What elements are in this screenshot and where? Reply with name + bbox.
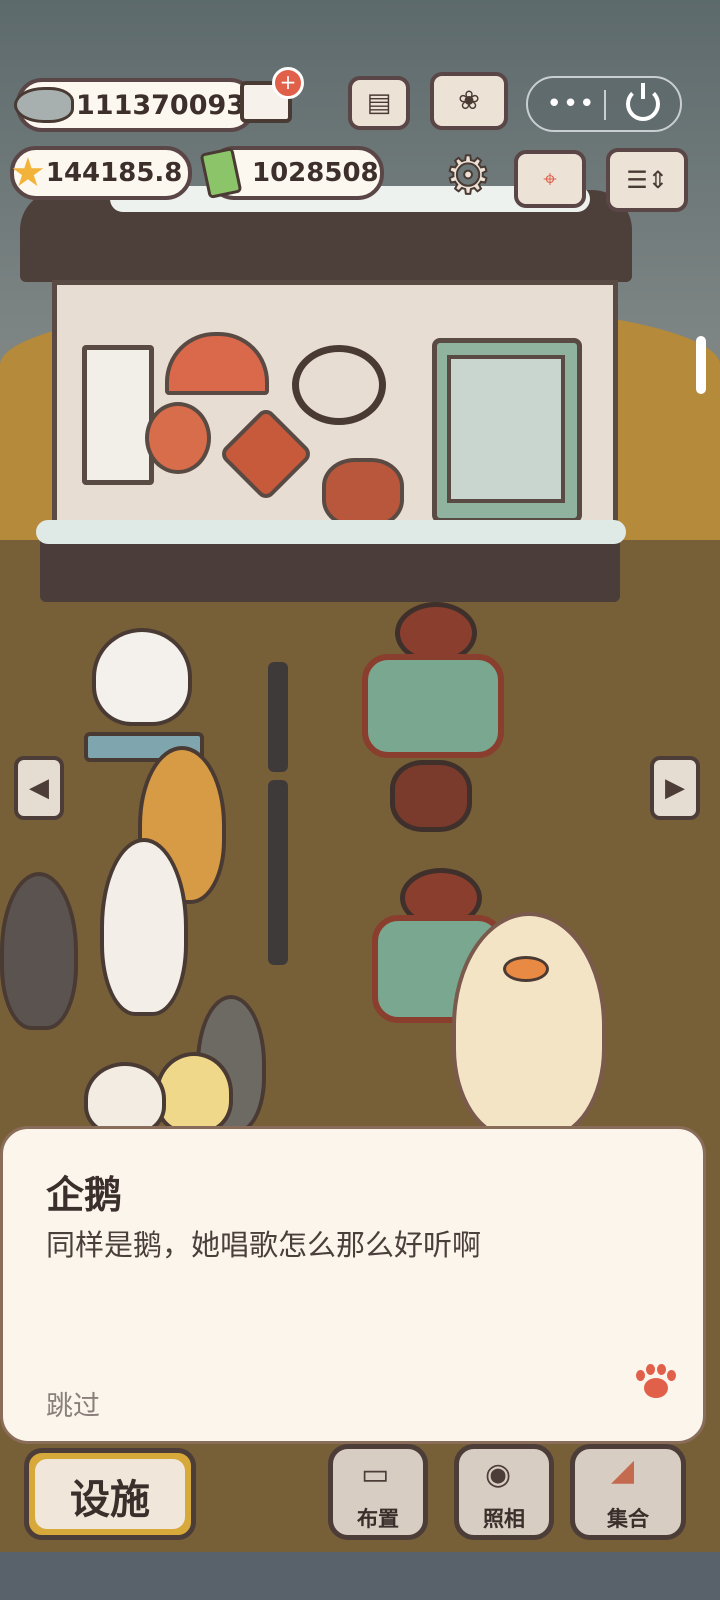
album-button[interactable]: ❀ [430,72,508,130]
yellow-critter[interactable] [155,1052,233,1134]
newspaper-icon: ▤ [366,88,392,118]
scroll-right-button[interactable]: ▶ [650,756,700,820]
knot-decoration [145,402,211,474]
ring-decoration [292,345,386,425]
arrange-button[interactable]: ▭ 布置 [328,1444,428,1540]
goose[interactable] [100,838,188,1016]
white-dog-singer[interactable] [92,628,192,726]
cat[interactable] [84,1062,166,1136]
more-dots-icon[interactable]: ••• [540,86,602,122]
penguin-speaker[interactable] [452,912,606,1140]
arrow-left-icon: ◀ [29,773,49,803]
portrait-picture [447,355,565,503]
map-icon: ⌖ [543,165,557,193]
newspaper-button[interactable]: ▤ [348,76,410,130]
rope-post [268,662,288,772]
edge-handle[interactable] [696,336,706,394]
gather-label: 集合 [607,1507,649,1531]
fish-currency-pill: 111370093 [14,78,256,132]
facilities-button[interactable]: 设施 [24,1448,196,1540]
fish-icon [14,87,74,123]
tea-table[interactable] [362,654,504,758]
arrange-label: 布置 [357,1507,399,1531]
star-currency-value: 144185.8 [45,158,183,188]
base-snow [36,520,626,544]
rope-post [268,780,288,965]
star-icon: ★ [10,150,46,196]
skip-button[interactable]: 跳过 [46,1384,100,1423]
photo-button[interactable]: ◉ 照相 [454,1444,554,1540]
ticket-currency-pill: 1028508 [199,146,384,200]
penguin-beak [503,956,549,982]
mini-program-capsule: ••• [526,76,682,132]
ticket-currency-value: 1028508 [252,158,379,188]
photo-label: 照相 [483,1507,525,1531]
dialog-speaker-name: 企鹅 [46,1173,123,1217]
map-button[interactable]: ⌖ [514,150,586,208]
rabbit-decoration [322,458,404,528]
roller-icon: ▭ [361,1457,390,1492]
star-currency-pill: ★ 144185.8 [10,146,192,200]
cart-plus-icon: + [240,67,304,123]
stool[interactable] [390,760,472,832]
paw-book-icon: ❀ [458,86,480,116]
hanging-scroll-decoration [82,345,154,485]
capsule-divider [604,90,606,120]
paw-icon[interactable] [636,1364,676,1400]
gear-icon: ⚙ [444,146,493,206]
scroll-left-button[interactable]: ◀ [14,756,64,820]
camera-icon: ◉ [485,1457,512,1492]
facilities-label: 设施 [70,1477,150,1523]
whistle-icon: ◢ [611,1453,635,1488]
power-icon[interactable] [614,83,672,124]
arrow-right-icon: ▶ [665,773,685,803]
bottom-system-strip [0,1552,720,1600]
gather-button[interactable]: ◢ 集合 [570,1444,686,1540]
shop-add-button[interactable]: + [236,67,304,130]
dialog-text: 同样是鹅，她唱歌怎么那么好听啊 [46,1228,482,1262]
settings-button[interactable]: ⚙ [438,146,498,206]
penguin-left[interactable] [0,872,78,1030]
sort-icon: ☰⇕ [626,166,668,194]
sort-button[interactable]: ☰⇕ [606,148,688,212]
fish-currency-value: 111370093 [76,89,246,121]
